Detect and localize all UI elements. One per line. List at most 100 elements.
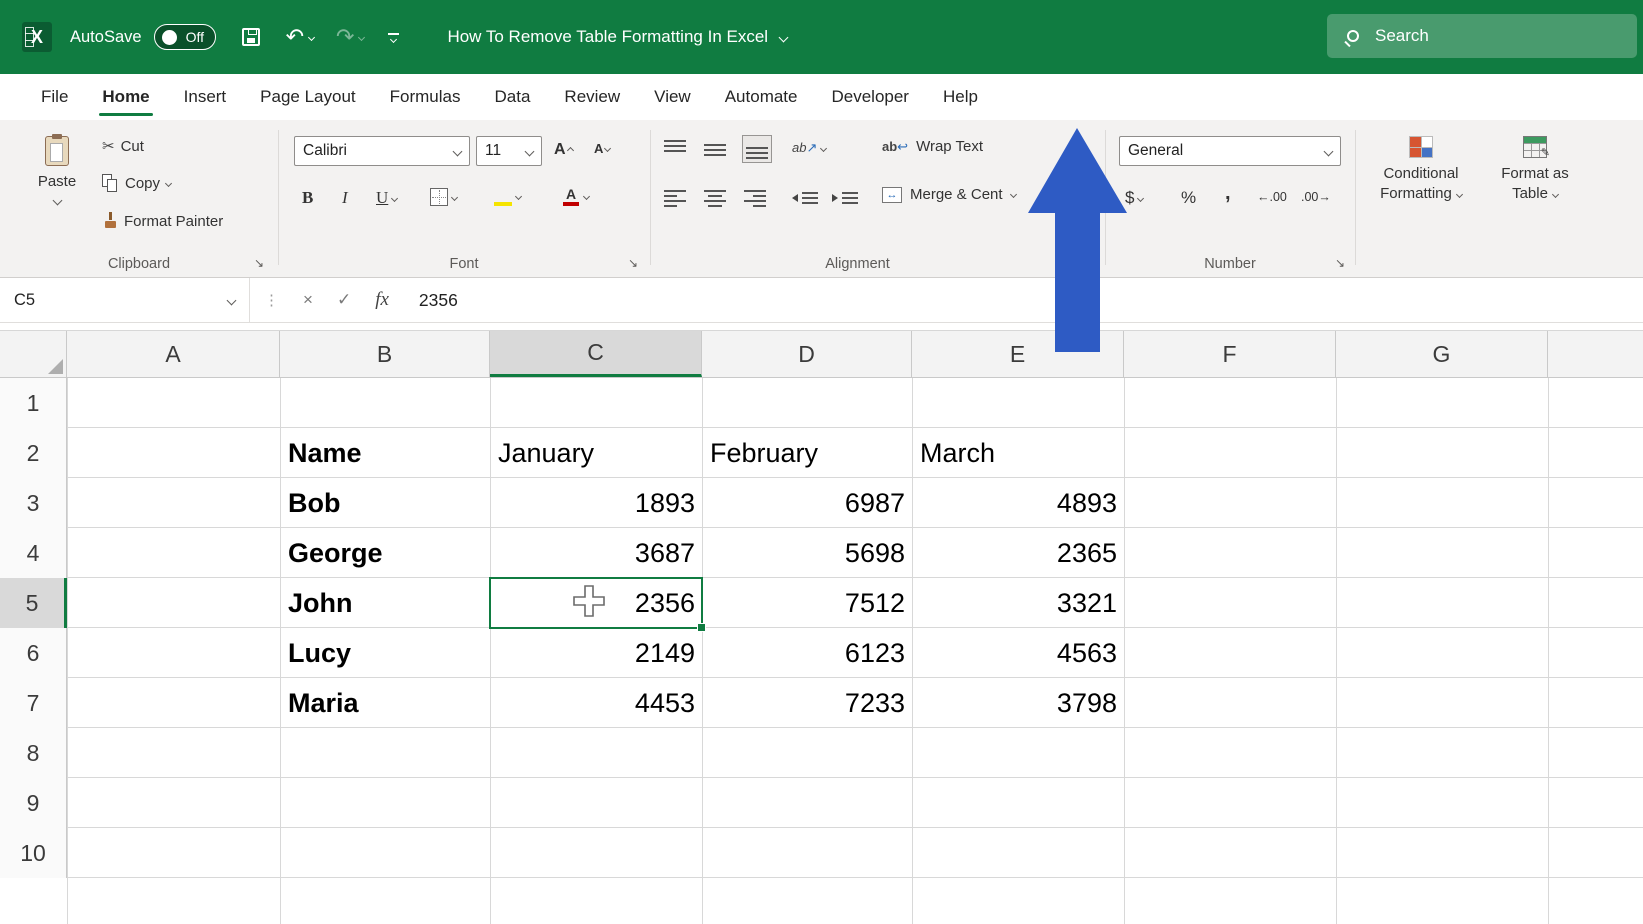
confirm-entry-button[interactable]: ✓ (337, 290, 351, 310)
cell-B2[interactable]: Name (280, 428, 490, 478)
cell-D2[interactable]: February (702, 428, 912, 478)
tab-developer[interactable]: Developer (814, 74, 926, 120)
row-header-3[interactable]: 3 (0, 478, 67, 528)
row-header-9[interactable]: 9 (0, 778, 67, 828)
column-header-B[interactable]: B (280, 331, 490, 377)
format-painter-button[interactable]: Format Painter (102, 212, 223, 231)
row-header-6[interactable]: 6 (0, 628, 67, 678)
redo-button[interactable]: ↷ (336, 26, 366, 48)
number-format-combobox[interactable]: General (1119, 136, 1341, 166)
increase-font-size-button[interactable]: A (554, 141, 574, 159)
row-header-8[interactable]: 8 (0, 728, 67, 778)
insert-function-button[interactable]: fx (375, 289, 389, 311)
document-title[interactable]: How To Remove Table Formatting In Excel (447, 27, 789, 47)
fill-handle[interactable] (697, 623, 706, 632)
increase-decimal-button[interactable]: ←.00 (1257, 190, 1287, 204)
autosave-toggle[interactable]: Off (153, 24, 216, 50)
tab-page-layout[interactable]: Page Layout (243, 74, 372, 120)
fill-color-button[interactable] (494, 186, 523, 206)
tab-insert[interactable]: Insert (167, 74, 244, 120)
select-all-corner[interactable] (0, 331, 67, 377)
italic-button[interactable]: I (342, 188, 348, 208)
paste-button[interactable]: Paste (18, 130, 96, 244)
cell-B6[interactable]: Lucy (280, 628, 490, 678)
middle-align-button[interactable] (704, 140, 726, 160)
orientation-button[interactable]: ab↗ (792, 140, 828, 156)
tab-help[interactable]: Help (926, 74, 995, 120)
number-dialog-launcher[interactable]: ↘ (1335, 257, 1345, 269)
font-size-combobox[interactable]: 11 (476, 136, 542, 166)
tab-review[interactable]: Review (547, 74, 637, 120)
more-options-icon[interactable]: ⋮ (264, 291, 279, 309)
column-header-G[interactable]: G (1336, 331, 1548, 377)
borders-button[interactable] (430, 188, 459, 206)
cell-E4[interactable]: 2365 (912, 528, 1124, 578)
cell-C7[interactable]: 4453 (490, 678, 702, 728)
tab-data[interactable]: Data (478, 74, 548, 120)
cell-C4[interactable]: 3687 (490, 528, 702, 578)
decrease-font-size-button[interactable]: A (594, 141, 612, 156)
column-header-D[interactable]: D (702, 331, 912, 377)
name-box[interactable]: C5 (0, 278, 250, 322)
row-header-1[interactable]: 1 (0, 378, 67, 428)
cell-E7[interactable]: 3798 (912, 678, 1124, 728)
cell-B5[interactable]: John (280, 578, 490, 628)
cell-C6[interactable]: 2149 (490, 628, 702, 678)
cell-C3[interactable]: 1893 (490, 478, 702, 528)
bold-button[interactable]: B (302, 188, 313, 208)
format-as-table-button[interactable]: ✎ Format as Table (1483, 128, 1587, 248)
sheet-grid[interactable]: 1 2 3 4 5 6 7 8 9 10 Name January Februa… (0, 378, 1643, 924)
tab-automate[interactable]: Automate (708, 74, 815, 120)
cut-button[interactable]: ✂ Cut (102, 138, 144, 155)
comma-style-button[interactable]: , (1225, 182, 1231, 205)
tab-file[interactable]: File (24, 74, 85, 120)
cell-E5[interactable]: 3321 (912, 578, 1124, 628)
bottom-align-button[interactable] (742, 135, 772, 163)
cell-D6[interactable]: 6123 (702, 628, 912, 678)
cell-B3[interactable]: Bob (280, 478, 490, 528)
align-center-button[interactable] (704, 188, 726, 208)
merge-center-button[interactable]: ↔ Merge & Cent (882, 186, 1017, 203)
cell-E2[interactable]: March (912, 428, 1124, 478)
cancel-entry-button[interactable]: × (303, 290, 313, 310)
formula-input[interactable]: 2356 (419, 290, 458, 311)
accounting-format-button[interactable]: $ (1125, 188, 1145, 208)
font-color-button[interactable]: A (562, 186, 591, 206)
cell-D7[interactable]: 7233 (702, 678, 912, 728)
column-header-F[interactable]: F (1124, 331, 1336, 377)
customize-quick-access-button[interactable] (388, 32, 400, 43)
copy-button[interactable]: Copy (102, 174, 173, 193)
percent-style-button[interactable]: % (1181, 188, 1196, 208)
cell-B7[interactable]: Maria (280, 678, 490, 728)
row-header-5-selected[interactable]: 5 (0, 578, 67, 628)
tab-home[interactable]: Home (85, 74, 166, 120)
cell-D4[interactable]: 5698 (702, 528, 912, 578)
cell-E3[interactable]: 4893 (912, 478, 1124, 528)
cell-B4[interactable]: George (280, 528, 490, 578)
tab-formulas[interactable]: Formulas (373, 74, 478, 120)
underline-button[interactable]: U (376, 188, 399, 208)
wrap-text-button[interactable]: ab↩ Wrap Text (882, 138, 983, 155)
clipboard-dialog-launcher[interactable]: ↘ (254, 257, 264, 269)
font-family-combobox[interactable]: Calibri (294, 136, 470, 166)
row-header-2[interactable]: 2 (0, 428, 67, 478)
align-right-button[interactable] (744, 188, 766, 208)
row-header-7[interactable]: 7 (0, 678, 67, 728)
cell-C2[interactable]: January (490, 428, 702, 478)
decrease-decimal-button[interactable]: .00→ (1301, 190, 1331, 204)
decrease-indent-button[interactable] (792, 188, 818, 208)
column-header-partial[interactable] (1548, 331, 1643, 377)
column-header-E[interactable]: E (912, 331, 1124, 377)
increase-indent-button[interactable] (832, 188, 858, 208)
font-dialog-launcher[interactable]: ↘ (628, 257, 638, 269)
column-header-A[interactable]: A (67, 331, 280, 377)
row-header-10[interactable]: 10 (0, 828, 67, 878)
top-align-button[interactable] (664, 140, 686, 160)
undo-button[interactable]: ↶ (286, 26, 316, 48)
cell-C5-selected[interactable]: 2356 (490, 578, 702, 628)
tab-view[interactable]: View (637, 74, 708, 120)
align-left-button[interactable] (664, 188, 686, 208)
alignment-dialog-launcher[interactable]: ↘ (1086, 257, 1096, 269)
save-icon[interactable] (241, 28, 260, 46)
row-header-4[interactable]: 4 (0, 528, 67, 578)
